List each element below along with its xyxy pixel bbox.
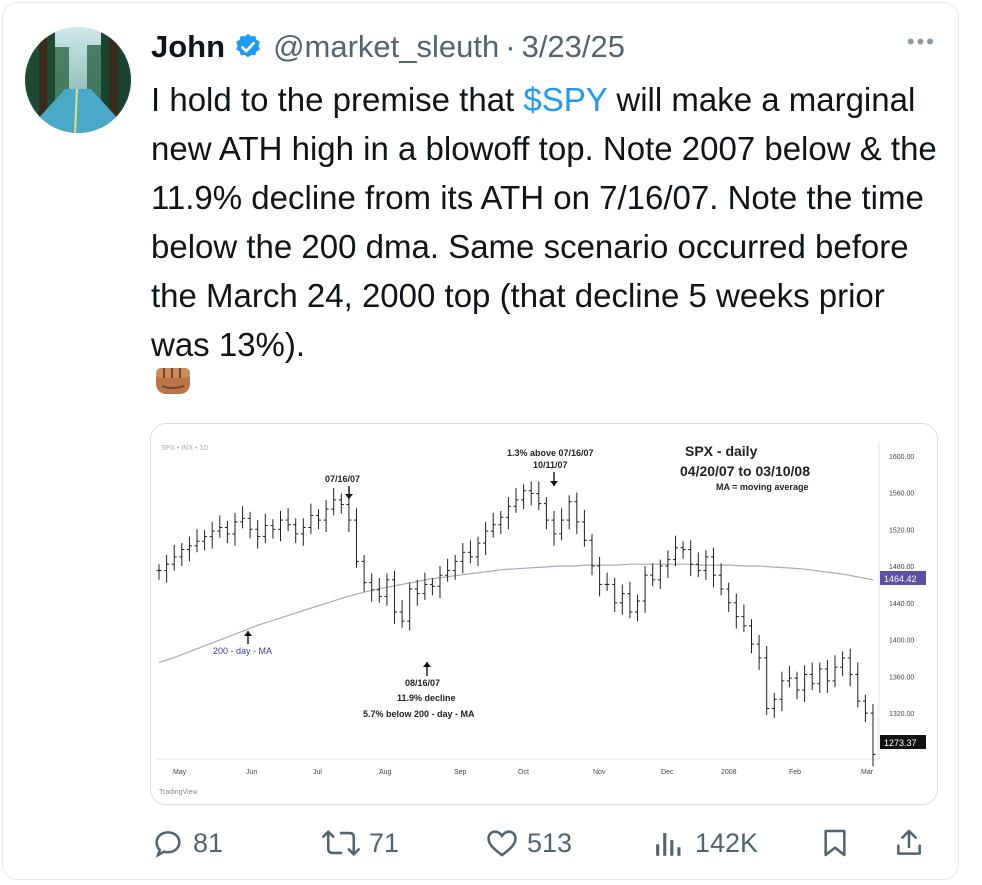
tradingview-watermark: TradingView — [159, 789, 198, 796]
y-tick-label: 1360.00 — [889, 674, 914, 681]
views-button[interactable]: 142K — [651, 818, 758, 868]
x-tick-label: Jul — [313, 769, 322, 776]
annotation-ath: 07/16/07 — [325, 474, 360, 484]
annotation-low-line2: 11.9% decline — [397, 693, 456, 703]
repost-button[interactable]: 71 — [321, 818, 399, 868]
share-button[interactable] — [893, 818, 933, 868]
symbol-caption: SPX • INX • 1D — [161, 445, 208, 452]
y-tick-label: 1600.00 — [889, 454, 914, 461]
like-button[interactable]: 513 — [485, 818, 572, 868]
x-tick-label: Sep — [454, 769, 467, 776]
view-count: 142K — [695, 827, 759, 858]
bar-chart-icon — [656, 833, 681, 856]
chart-note: MA = moving average — [716, 482, 808, 492]
bookmark-button[interactable] — [819, 818, 859, 868]
y-tick-label: 1320.00 — [889, 711, 914, 718]
separator-dot: · — [505, 29, 516, 64]
bookmark-icon — [824, 829, 846, 857]
tweet-header: John @market_sleuth · 3/23/25 — [151, 29, 625, 65]
ma-price-label: 1464.42 — [884, 574, 917, 584]
tweet-text: I hold to the premise that $SPY will mak… — [151, 75, 941, 369]
x-tick-label: Dec — [661, 769, 674, 776]
annotation-high-line2: 10/11/07 — [533, 460, 568, 470]
oncoming-fist-icon — [152, 359, 194, 401]
x-tick-label: Mar — [861, 769, 874, 776]
y-tick-label: 1520.00 — [889, 527, 914, 534]
x-tick-label: Feb — [789, 769, 801, 776]
chart-subtitle: 04/20/07 to 03/10/08 — [680, 463, 810, 479]
y-tick-label: 1440.00 — [889, 601, 914, 608]
x-tick-label: 2008 — [721, 769, 737, 776]
author-handle[interactable]: @market_sleuth — [273, 29, 499, 65]
x-tick-label: May — [173, 769, 187, 776]
chart-title: SPX - daily — [685, 443, 758, 459]
tweet-text-start: I hold to the premise that — [151, 81, 524, 118]
annotation-ma-label: 200 - day - MA — [213, 646, 272, 656]
spx-chart: SPX • INX • 1D 1600.00 1560.00 1520.00 1480… — [151, 424, 937, 804]
repost-icon — [322, 830, 360, 856]
x-tick-label: Jun — [246, 769, 257, 776]
tweet-card[interactable]: John @market_sleuth · 3/23/25 ••• I hold… — [2, 2, 959, 880]
last-price-label: 1273.37 — [884, 738, 917, 748]
x-tick-label: Nov — [593, 769, 606, 776]
x-tick-label: Oct — [518, 769, 529, 776]
heart-icon — [487, 830, 517, 857]
avatar[interactable] — [25, 27, 131, 133]
repost-count: 71 — [369, 827, 400, 858]
y-tick-label: 1400.00 — [889, 638, 914, 645]
x-tick-label: Aug — [379, 769, 392, 776]
more-options-icon[interactable]: ••• — [907, 29, 936, 55]
reply-button[interactable]: 81 — [151, 818, 223, 868]
tweet-date[interactable]: 3/23/25 — [522, 29, 625, 65]
reply-icon — [155, 831, 181, 858]
y-tick-label: 1560.00 — [889, 491, 914, 498]
annotation-high-line1: 1.3% above 07/16/07 — [507, 448, 594, 458]
share-icon — [897, 829, 921, 855]
cashtag-link[interactable]: $SPY — [523, 81, 607, 118]
y-tick-label: 1480.00 — [889, 564, 914, 571]
action-bar: 81 71 513 142K — [151, 818, 931, 868]
tweet-text-rest: will make a marginal new ATH high in a b… — [151, 81, 937, 363]
verified-badge-icon — [233, 32, 263, 62]
chart-image[interactable]: SPX • INX • 1D 1600.00 1560.00 1520.00 1480… — [150, 423, 938, 805]
like-count: 513 — [527, 827, 573, 858]
annotation-low-line1: 08/16/07 — [405, 678, 440, 688]
author-name[interactable]: John — [151, 29, 225, 65]
annotation-low-line3: 5.7% below 200 - day - MA — [363, 709, 475, 719]
reply-count: 81 — [193, 827, 224, 858]
